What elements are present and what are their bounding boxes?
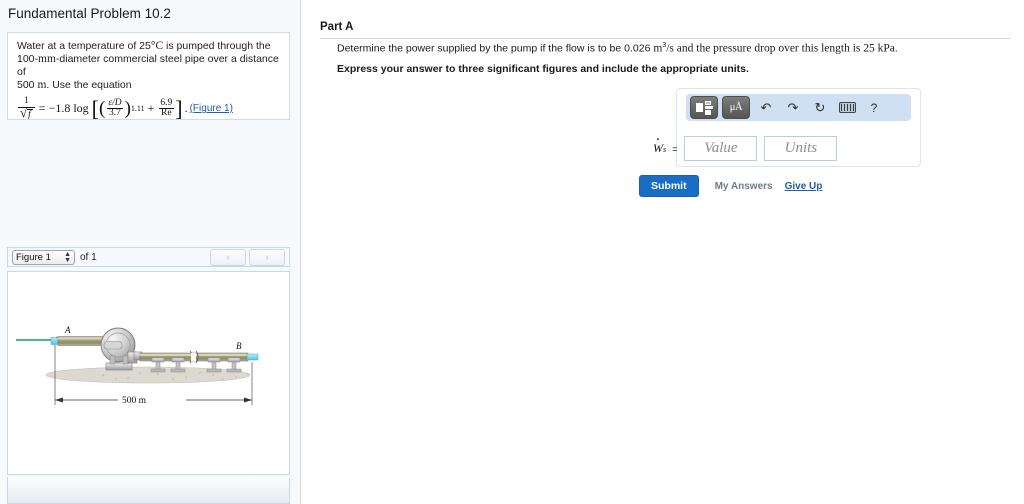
figure-count-label: of 1	[80, 251, 97, 263]
unit-kpa: kPa	[877, 42, 895, 55]
problem-statement-text: Water at a temperature of 25°C is pumped…	[17, 40, 280, 92]
page-root: Fundamental Problem 10.2 Water at a temp…	[0, 0, 1024, 504]
reset-button[interactable]: ↻	[808, 97, 832, 118]
paren-open: (	[99, 97, 106, 119]
answer-equals-sign: =	[672, 143, 678, 154]
part-a-panel: Part A Determine the power supplied by t…	[301, 0, 1024, 504]
figure-toolbar: Figure 1 ▲ ▼ of 1 ‹ ›	[7, 247, 290, 267]
keyboard-button[interactable]	[835, 97, 859, 118]
label-a: A	[64, 325, 71, 335]
question-text: Determine the power supplied by the pump…	[337, 42, 898, 55]
problem-line1-b: is pumped through the	[163, 40, 271, 52]
friction-factor-equation: 1 √f = −1.8 log [ ( ε/D 3.7 ) 1.11 + 6.9…	[17, 95, 280, 121]
per-second: /s and the pressure drop over this lengt…	[666, 42, 878, 55]
question-period: .	[894, 42, 898, 55]
help-icon: ?	[870, 100, 878, 115]
unit-celsius: C	[155, 40, 164, 52]
units-input[interactable]: Units	[764, 136, 838, 161]
help-button[interactable]: ?	[862, 97, 886, 118]
submit-button[interactable]: Submit	[639, 175, 699, 197]
bracket-open: [	[91, 95, 99, 121]
answer-symbol-label: Ws	[653, 141, 666, 156]
template-button[interactable]	[690, 96, 718, 119]
w-dot-symbol: W	[653, 141, 663, 156]
equals-sign: =	[38, 101, 46, 115]
pipe-support	[226, 357, 242, 373]
dimension-label: 500 m	[122, 396, 147, 406]
equation-coefficient: −1.8 log	[48, 101, 89, 115]
problem-line2-b: -diameter commercial steel pipe over a d…	[17, 53, 279, 78]
equation-period: .	[184, 101, 188, 115]
give-up-link[interactable]: Give Up	[785, 181, 823, 192]
problem-line1-a: Water at a temperature of 25	[17, 40, 151, 52]
eps-over-d: ε/D	[108, 97, 122, 108]
answer-input-row: Ws = Value Units	[653, 136, 838, 161]
chevron-updown-icon: ▲ ▼	[64, 250, 71, 264]
reynolds-fraction: 6.9 Re	[158, 97, 174, 119]
equation-lhs: 1 √f	[17, 96, 36, 121]
figure-select-value: Figure 1	[16, 251, 51, 263]
problem-line2-a: 100-	[17, 53, 39, 65]
question-part-1: Determine the power supplied by the pump…	[337, 42, 654, 55]
lhs-fraction: 1 √f	[18, 96, 35, 121]
micro-angstrom-icon: μÅ	[729, 102, 743, 113]
lhs-den-f: f	[27, 108, 33, 120]
outlet-water	[246, 353, 259, 361]
bracket-close: ]	[175, 95, 183, 121]
math-input-toolbar: μÅ ↶ ↷ ↻ ?	[686, 94, 911, 121]
inlet-pipe	[50, 336, 104, 346]
keyboard-icon	[838, 102, 856, 113]
figure-1-link[interactable]: (Figure 1)	[190, 103, 233, 114]
value-input[interactable]: Value	[684, 136, 758, 161]
problem-statement-box: Water at a temperature of 25°C is pumped…	[7, 32, 290, 120]
label-b: B	[236, 341, 242, 351]
constant-69: 6.9	[160, 97, 173, 108]
my-answers-link[interactable]: My Answers	[715, 181, 773, 192]
pipe-support	[206, 357, 222, 373]
submit-actions-row: Submit My Answers Give Up	[639, 175, 822, 197]
figure-select-dropdown[interactable]: Figure 1 ▲ ▼	[12, 249, 75, 265]
page-title: Fundamental Problem 10.2	[8, 6, 171, 21]
unit-cubic-meters: m	[653, 42, 663, 55]
constant-37: 3.7	[107, 108, 123, 118]
figure-panel-footer	[7, 477, 290, 504]
pipe-support	[170, 357, 186, 373]
problem-line3-a: 500	[17, 79, 38, 91]
pipe-support	[150, 357, 166, 373]
exponent-111: 1.11	[130, 104, 145, 113]
reset-icon: ↻	[814, 99, 826, 115]
part-a-heading: Part A	[320, 21, 354, 33]
unit-mm: mm	[38, 53, 56, 65]
part-a-divider	[320, 38, 1010, 39]
w-subscript: s	[663, 145, 667, 154]
previous-figure-button[interactable]: ‹	[210, 248, 246, 266]
pump-pipe-diagram: A B 500 m	[16, 325, 259, 406]
next-figure-button[interactable]: ›	[249, 248, 285, 266]
lhs-denominator: √f	[18, 106, 35, 121]
pump-unit	[100, 327, 136, 371]
answer-instruction: Express your answer to three significant…	[337, 63, 749, 75]
problem-panel: Fundamental Problem 10.2 Water at a temp…	[0, 0, 300, 504]
redo-button[interactable]: ↷	[781, 97, 805, 118]
epsilon-over-d-fraction: ε/D 3.7	[106, 97, 123, 119]
figure-nav-buttons: ‹ ›	[210, 248, 285, 266]
template-icon	[695, 100, 713, 115]
pump-shaft	[103, 341, 123, 350]
units-button[interactable]: μÅ	[722, 96, 750, 119]
undo-icon: ↶	[760, 99, 772, 115]
plus-sign: +	[147, 101, 155, 115]
undo-button[interactable]: ↶	[754, 97, 778, 118]
problem-line3-b: . Use the equation	[46, 79, 132, 91]
reynolds-number: Re	[159, 108, 174, 118]
redo-icon: ↷	[787, 99, 799, 115]
